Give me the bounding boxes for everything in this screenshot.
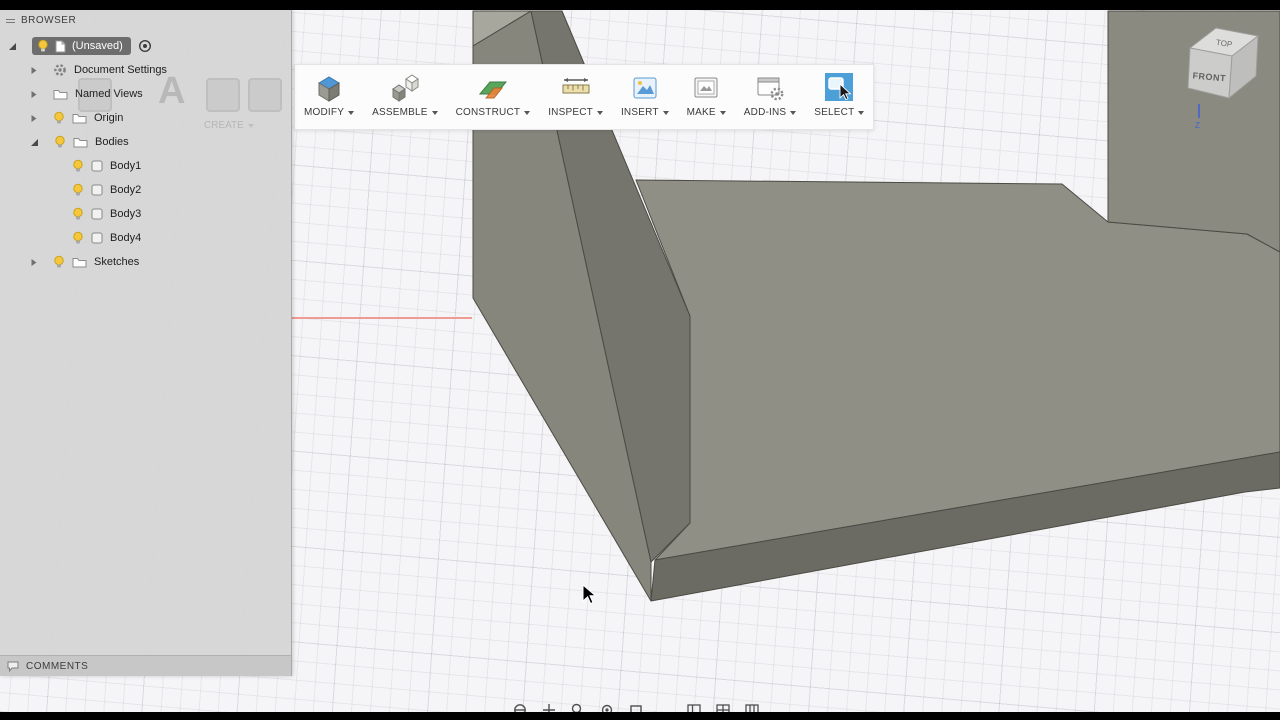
body-icon [91,184,103,196]
toolbar-item-construct[interactable]: CONSTRUCT [447,65,540,129]
tree-item-label: Sketches [94,256,140,268]
collapse-arrow-icon[interactable] [8,42,17,51]
folder-icon [73,138,88,148]
tree-item-document-root[interactable]: (Unsaved) [0,34,291,58]
body-icon [91,208,103,220]
main-toolbar: MODIFY ASSEMBLE CONSTRUCT INSPECT INSERT… [294,64,875,130]
assemble-icon [388,70,422,104]
body-icon [91,232,103,244]
mouse-cursor [582,584,597,605]
tree-item-label: Document Settings [74,64,167,76]
select-icon [822,70,856,104]
folder-icon [72,114,87,124]
visibility-bulb-icon[interactable] [53,255,65,269]
tree-item-label: Body1 [110,160,142,172]
toolbar-item-modify[interactable]: MODIFY [295,65,363,129]
toolbar-label: MODIFY [304,107,345,118]
collapse-arrow-icon[interactable] [30,138,39,147]
chevron-down-icon [348,110,355,115]
tree-item-label: Bodies [95,136,129,148]
panel-grip-icon [6,17,15,25]
letterbox-top [0,0,1280,10]
expand-arrow-icon[interactable] [30,90,38,99]
toolbar-label: MAKE [686,107,716,118]
browser-title: BROWSER [21,15,77,26]
expand-arrow-icon[interactable] [30,258,38,267]
letterbox-bottom [0,712,1280,720]
toolbar-label: INSERT [620,107,659,118]
browser-panel: BROWSER A CREATE (Unsaved) Document Sett… [0,10,292,676]
chevron-down-icon [662,110,669,115]
tree-item-document-settings[interactable]: Document Settings [0,58,291,82]
toolbar-item-insert[interactable]: INSERT [612,65,678,129]
app-window: MODIFY ASSEMBLE CONSTRUCT INSPECT INSERT… [0,0,1280,720]
visibility-bulb-icon[interactable] [72,207,84,221]
modify-icon [312,70,346,104]
browser-panel-header[interactable]: BROWSER [0,10,291,31]
z-axis-label: Z [1195,121,1200,130]
browser-tree: (Unsaved) Document Settings Named Views [0,34,291,274]
comments-bar[interactable]: COMMENTS [0,655,291,676]
gear-icon [54,64,66,76]
chevron-down-icon [858,110,865,115]
toolbar-label: CONSTRUCT [455,107,521,118]
visibility-bulb-icon[interactable] [54,135,66,149]
view-cube[interactable]: TOP FRONT Z [1168,20,1280,132]
chevron-down-icon [596,110,603,115]
visibility-bulb-icon[interactable] [72,183,84,197]
toolbar-item-make[interactable]: MAKE [678,65,735,129]
tree-item-sketches[interactable]: Sketches [0,250,291,274]
tree-item-label: Body3 [110,208,142,220]
folder-icon [53,90,68,100]
toolbar-item-select[interactable]: SELECT [805,65,873,129]
toolbar-label: ADD-INS [743,107,787,118]
tree-item-body4[interactable]: Body4 [0,226,291,250]
tree-item-label: Body2 [110,184,142,196]
tree-item-body1[interactable]: Body1 [0,154,291,178]
tree-item-label: Named Views [75,88,143,100]
document-name: (Unsaved) [72,40,123,52]
tree-item-body3[interactable]: Body3 [0,202,291,226]
comment-bubble-icon [7,661,19,672]
active-document-pill[interactable]: (Unsaved) [32,37,131,55]
chevron-down-icon [719,110,726,115]
tree-item-bodies[interactable]: Bodies [0,130,291,154]
chevron-down-icon [790,110,797,115]
viewport-3d[interactable]: MODIFY ASSEMBLE CONSTRUCT INSPECT INSERT… [0,10,1280,717]
make-icon [689,70,723,104]
inspect-icon [559,70,593,104]
toolbar-item-add-ins[interactable]: ADD-INS [735,65,806,129]
toolbar-item-inspect[interactable]: INSPECT [539,65,612,129]
construct-icon [476,70,510,104]
chevron-down-icon [524,110,531,115]
document-icon [55,40,66,52]
chevron-down-icon [431,110,438,115]
visibility-bulb-icon[interactable] [37,39,49,53]
add-ins-icon [753,70,787,104]
tree-item-label: Body4 [110,232,142,244]
visibility-bulb-icon[interactable] [72,159,84,173]
folder-icon [72,258,87,268]
tree-item-body2[interactable]: Body2 [0,178,291,202]
tree-item-label: Origin [94,112,124,124]
toolbar-label: INSPECT [548,107,593,118]
activate-target-icon[interactable] [138,39,152,53]
expand-arrow-icon[interactable] [30,66,38,75]
toolbar-label: ASSEMBLE [372,107,428,118]
toolbar-item-assemble[interactable]: ASSEMBLE [363,65,447,129]
toolbar-label: SELECT [814,107,855,118]
visibility-bulb-icon[interactable] [53,111,65,125]
insert-icon [628,70,662,104]
tree-item-origin[interactable]: Origin [0,106,291,130]
body-icon [91,160,103,172]
expand-arrow-icon[interactable] [30,114,38,123]
comments-label: COMMENTS [26,660,89,672]
visibility-bulb-icon[interactable] [72,231,84,245]
tree-item-named-views[interactable]: Named Views [0,82,291,106]
